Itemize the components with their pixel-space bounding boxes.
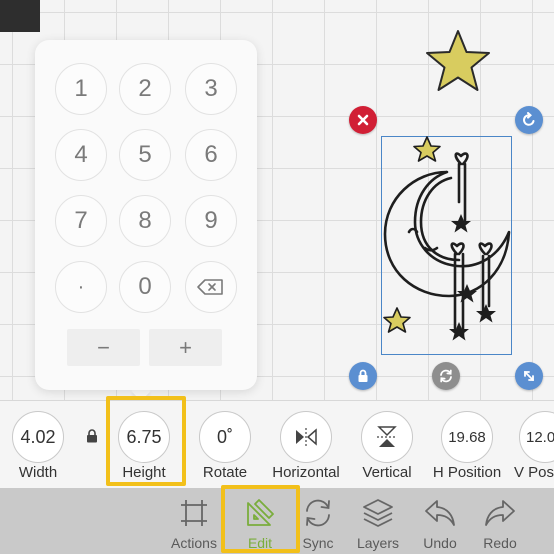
key-5[interactable]: 5 xyxy=(119,129,171,181)
key-2[interactable]: 2 xyxy=(119,63,171,115)
moon-stars-design[interactable] xyxy=(381,136,512,355)
rotate-handle[interactable] xyxy=(515,106,543,134)
key-6[interactable]: 6 xyxy=(185,129,237,181)
edit-highlight xyxy=(221,485,300,553)
v-position-input[interactable]: 12.0 xyxy=(519,411,554,463)
backspace-icon xyxy=(197,279,223,295)
sync-label: Sync xyxy=(302,535,334,551)
numeric-keypad: 1 2 3 4 5 6 7 8 9 · 0 − + xyxy=(35,40,257,390)
layers-button[interactable]: Layers xyxy=(348,488,408,554)
close-icon xyxy=(357,114,369,126)
rotate-input[interactable]: 0˚ xyxy=(199,411,251,463)
layers-icon xyxy=(363,499,393,527)
actions-icon xyxy=(181,500,207,526)
key-decimal[interactable]: · xyxy=(55,261,107,313)
undo-label: Undo xyxy=(423,535,457,551)
redo-button[interactable]: Redo xyxy=(470,488,530,554)
undo-icon xyxy=(425,500,455,526)
flip-vertical-icon xyxy=(377,426,397,447)
width-input[interactable]: 4.02 xyxy=(12,411,64,463)
key-1[interactable]: 1 xyxy=(55,63,107,115)
flip-vertical-button[interactable] xyxy=(361,411,413,463)
delete-handle[interactable] xyxy=(349,106,377,134)
key-9[interactable]: 9 xyxy=(185,195,237,247)
actions-label: Actions xyxy=(171,535,217,551)
flip-horizontal-icon xyxy=(296,428,317,446)
horizontal-label: Horizontal xyxy=(272,464,340,481)
rotate-icon xyxy=(523,112,535,126)
key-3[interactable]: 3 xyxy=(185,63,237,115)
flip-horizontal-button[interactable] xyxy=(280,411,332,463)
width-label: Width xyxy=(18,464,58,481)
height-highlight xyxy=(106,396,186,486)
h-position-input[interactable]: 19.68 xyxy=(441,411,493,463)
layers-label: Layers xyxy=(356,535,400,551)
resize-icon xyxy=(524,371,534,381)
aspect-lock-icon[interactable] xyxy=(86,429,98,443)
v-position-label: V Posi xyxy=(514,464,554,481)
canvas-corner-element xyxy=(0,0,40,32)
vertical-label: Vertical xyxy=(362,464,412,481)
key-8[interactable]: 8 xyxy=(119,195,171,247)
increment-button[interactable]: + xyxy=(149,329,222,366)
actions-button[interactable]: Actions xyxy=(164,488,224,554)
star-shape[interactable] xyxy=(423,28,493,96)
lock-handle[interactable] xyxy=(349,362,377,390)
property-bar: 4.02 Width 6.75 Height 0˚ Rotate Horizon… xyxy=(0,400,554,488)
key-7[interactable]: 7 xyxy=(55,195,107,247)
sync-handle[interactable] xyxy=(432,362,460,390)
redo-icon xyxy=(485,500,515,526)
lock-icon xyxy=(358,369,368,382)
decrement-button[interactable]: − xyxy=(67,329,140,366)
sync-icon xyxy=(306,499,330,527)
undo-button[interactable]: Undo xyxy=(410,488,470,554)
sync-icon xyxy=(440,369,452,383)
redo-label: Redo xyxy=(483,535,517,551)
key-0[interactable]: 0 xyxy=(119,261,171,313)
resize-handle[interactable] xyxy=(515,362,543,390)
h-position-label: H Position xyxy=(432,464,502,481)
rotate-label: Rotate xyxy=(202,464,248,481)
key-4[interactable]: 4 xyxy=(55,129,107,181)
backspace-key[interactable] xyxy=(185,261,237,313)
